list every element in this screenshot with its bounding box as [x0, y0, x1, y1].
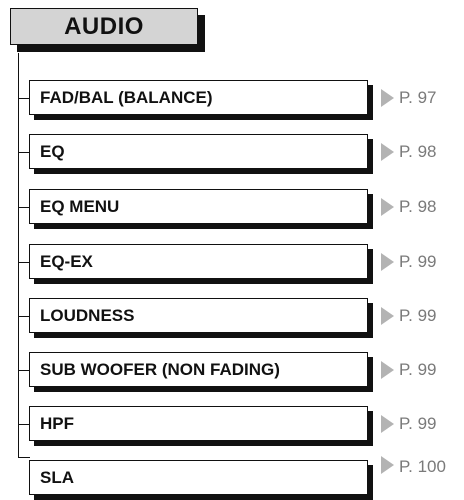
right-triangle-icon — [381, 253, 394, 271]
menu-item-eq: EQ — [29, 134, 368, 169]
menu-item-sub-woofer: SUB WOOFER (NON FADING) — [29, 352, 368, 387]
menu-item-eq-menu: EQ MENU — [29, 189, 368, 224]
page-ref: P. 99 — [399, 252, 437, 271]
menu-item-loudness: LOUDNESS — [29, 298, 368, 333]
menu-item-sla: SLA — [29, 460, 368, 495]
right-triangle-icon — [381, 456, 394, 474]
right-triangle-icon — [381, 415, 394, 433]
right-triangle-icon — [381, 89, 394, 107]
right-triangle-icon — [381, 361, 394, 379]
menu-item-fad-bal: FAD/BAL (BALANCE) — [29, 80, 368, 115]
menu-item-eq-ex: EQ-EX — [29, 244, 368, 279]
page-ref: P. 97 — [399, 88, 437, 107]
page-ref: P. 99 — [399, 306, 437, 325]
right-triangle-icon — [381, 143, 394, 161]
page-ref: P. 100 — [399, 457, 446, 476]
page-ref: P. 99 — [399, 414, 437, 433]
page-ref: P. 98 — [399, 197, 437, 216]
page-ref: P. 98 — [399, 142, 437, 161]
branch-line — [18, 457, 30, 458]
right-triangle-icon — [381, 198, 394, 216]
tree-trunk-line — [18, 53, 19, 458]
right-triangle-icon — [381, 307, 394, 325]
audio-header: AUDIO — [10, 8, 198, 45]
menu-item-hpf: HPF — [29, 406, 368, 441]
page-ref: P. 99 — [399, 360, 437, 379]
